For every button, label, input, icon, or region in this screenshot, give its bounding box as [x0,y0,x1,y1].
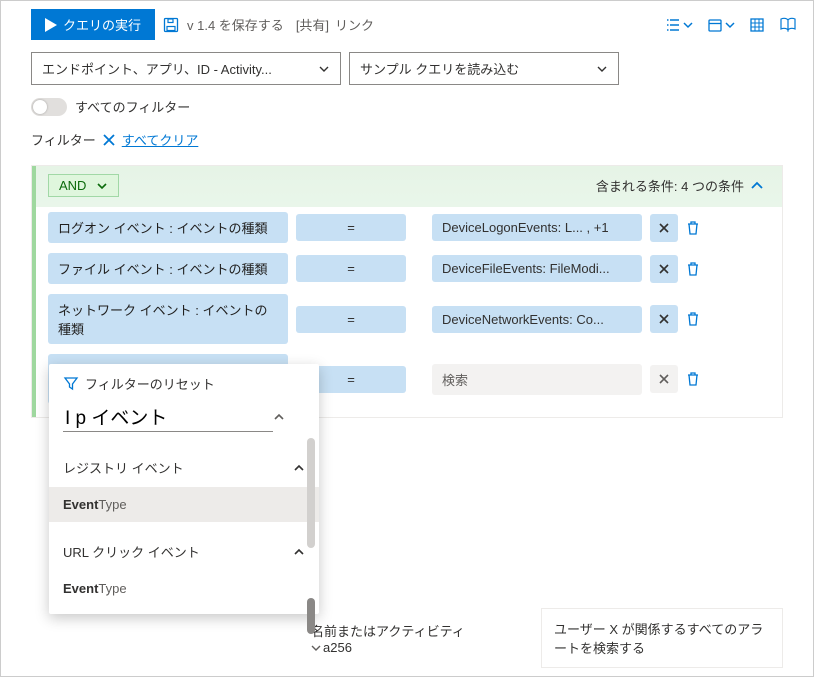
delete-row-button[interactable] [686,371,708,387]
delete-row-button[interactable] [686,311,708,327]
chevron-up-icon [293,462,305,474]
condition-row: ファイル イベント : イベントの種類 = DeviceFileEvents: … [36,248,782,289]
section-label: レジストリ イベント [63,458,184,477]
dropdown-scrollbar[interactable] [307,438,315,606]
delete-row-button[interactable] [686,261,708,277]
clear-value-button[interactable] [650,305,678,333]
dropdown-item[interactable]: EventType [49,571,319,606]
operator-pill[interactable]: = [296,255,406,282]
suggestion-card[interactable]: ユーザー X が関係するすべてのアラートを検索する [541,608,783,668]
dropdown-search-input[interactable] [63,401,273,432]
scrollbar-thumb[interactable] [307,438,315,548]
chevron-down-icon [311,643,321,653]
dropdown-section[interactable]: URL クリック イベント [49,522,319,571]
filter-clear-row: フィルター すべてクリア [1,126,813,155]
and-label: AND [59,178,86,193]
and-row: AND 含まれる条件: 4 つの条件 [36,166,782,207]
grid-icon[interactable] [745,17,769,33]
calendar-icon[interactable] [703,17,739,33]
scrollbar-thumb[interactable] [307,598,315,634]
field-pill[interactable]: ネットワーク イベント : イベントの種類 [48,294,288,344]
and-operator[interactable]: AND [48,174,119,197]
card-text: ユーザー X が関係するすべてのアラートを検索する [554,622,763,656]
chevron-up-icon [293,546,305,558]
filter-label: フィルター [31,130,96,149]
clear-value-button[interactable] [650,214,678,242]
field-pill[interactable]: ファイル イベント : イベントの種類 [48,253,288,284]
chevron-up-icon[interactable] [273,411,293,423]
card-fragment: 名前またはアクティビティ a256 [311,621,511,655]
all-filters-label: すべてのフィルター [75,97,190,116]
field-dropdown: フィルターのリセット レジストリ イベント EventType URL クリック… [49,364,319,614]
chevron-down-icon [318,63,330,75]
selects-row: エンドポイント、アプリ、ID - Activity... サンプル クエリを読み… [1,48,813,93]
clear-value-button[interactable] [650,365,678,393]
clear-x-icon[interactable] [102,133,116,147]
chevron-down-icon [596,63,608,75]
sample-select[interactable]: サンプル クエリを読み込む [349,52,619,85]
condition-row: ログオン イベント : イベントの種類 = DeviceLogonEvents:… [36,207,782,248]
operator-pill[interactable]: = [296,306,406,333]
run-query-button[interactable]: クエリの実行 [31,9,155,40]
dropdown-scroll: レジストリ イベント EventType URL クリック イベント Event… [49,438,319,606]
book-icon[interactable] [775,17,801,33]
clear-value-button[interactable] [650,255,678,283]
collapse-button[interactable] [744,179,770,193]
scope-select[interactable]: エンドポイント、アプリ、ID - Activity... [31,52,341,85]
run-label: クエリの実行 [63,15,141,34]
link-label[interactable]: リンク [335,15,374,34]
item-rest: Type [98,581,126,596]
share-label[interactable]: [共有] [296,15,329,34]
card-text: 名前またはアクティビティ [311,624,465,639]
funnel-icon [63,376,79,392]
value-pill[interactable]: DeviceFileEvents: FileModi... [432,255,642,282]
item-bold: Event [63,497,98,512]
item-bold: Event [63,581,98,596]
scope-value: エンドポイント、アプリ、ID - Activity... [42,59,272,78]
value-pill-search[interactable]: 検索 [432,364,642,395]
operator-pill[interactable]: = [296,214,406,241]
all-filters-toggle[interactable] [31,98,67,116]
value-pill[interactable]: DeviceLogonEvents: L... , +1 [432,214,642,241]
version-label[interactable]: v 1.4 を保存する [187,15,284,34]
condition-row: ネットワーク イベント : イベントの種類 = DeviceNetworkEve… [36,289,782,349]
toggle-row: すべてのフィルター [1,93,813,126]
cards-row: ユーザー X が関係するすべてのアラートを検索する [541,608,783,668]
item-rest: Type [98,497,126,512]
field-pill[interactable]: ログオン イベント : イベントの種類 [48,212,288,243]
sample-value: サンプル クエリを読み込む [360,59,519,78]
reset-label: フィルターのリセット [85,374,215,393]
save-icon[interactable] [161,15,181,35]
delete-row-button[interactable] [686,220,708,236]
list-icon[interactable] [661,17,697,33]
card-text: a256 [323,640,352,655]
play-icon [45,18,57,32]
dropdown-item[interactable]: EventType [49,487,319,522]
reset-filter-button[interactable]: フィルターのリセット [49,364,319,401]
dropdown-section[interactable]: レジストリ イベント [49,438,319,487]
clear-all-label[interactable]: すべてクリア [122,130,199,149]
value-pill[interactable]: DeviceNetworkEvents: Co... [432,306,642,333]
chevron-down-icon [96,180,108,192]
section-label: URL クリック イベント [63,542,200,561]
dropdown-search-row [49,401,319,438]
condition-count: 含まれる条件: 4 つの条件 [596,176,744,195]
top-toolbar: クエリの実行 v 1.4 を保存する [共有] リンク [1,1,813,48]
